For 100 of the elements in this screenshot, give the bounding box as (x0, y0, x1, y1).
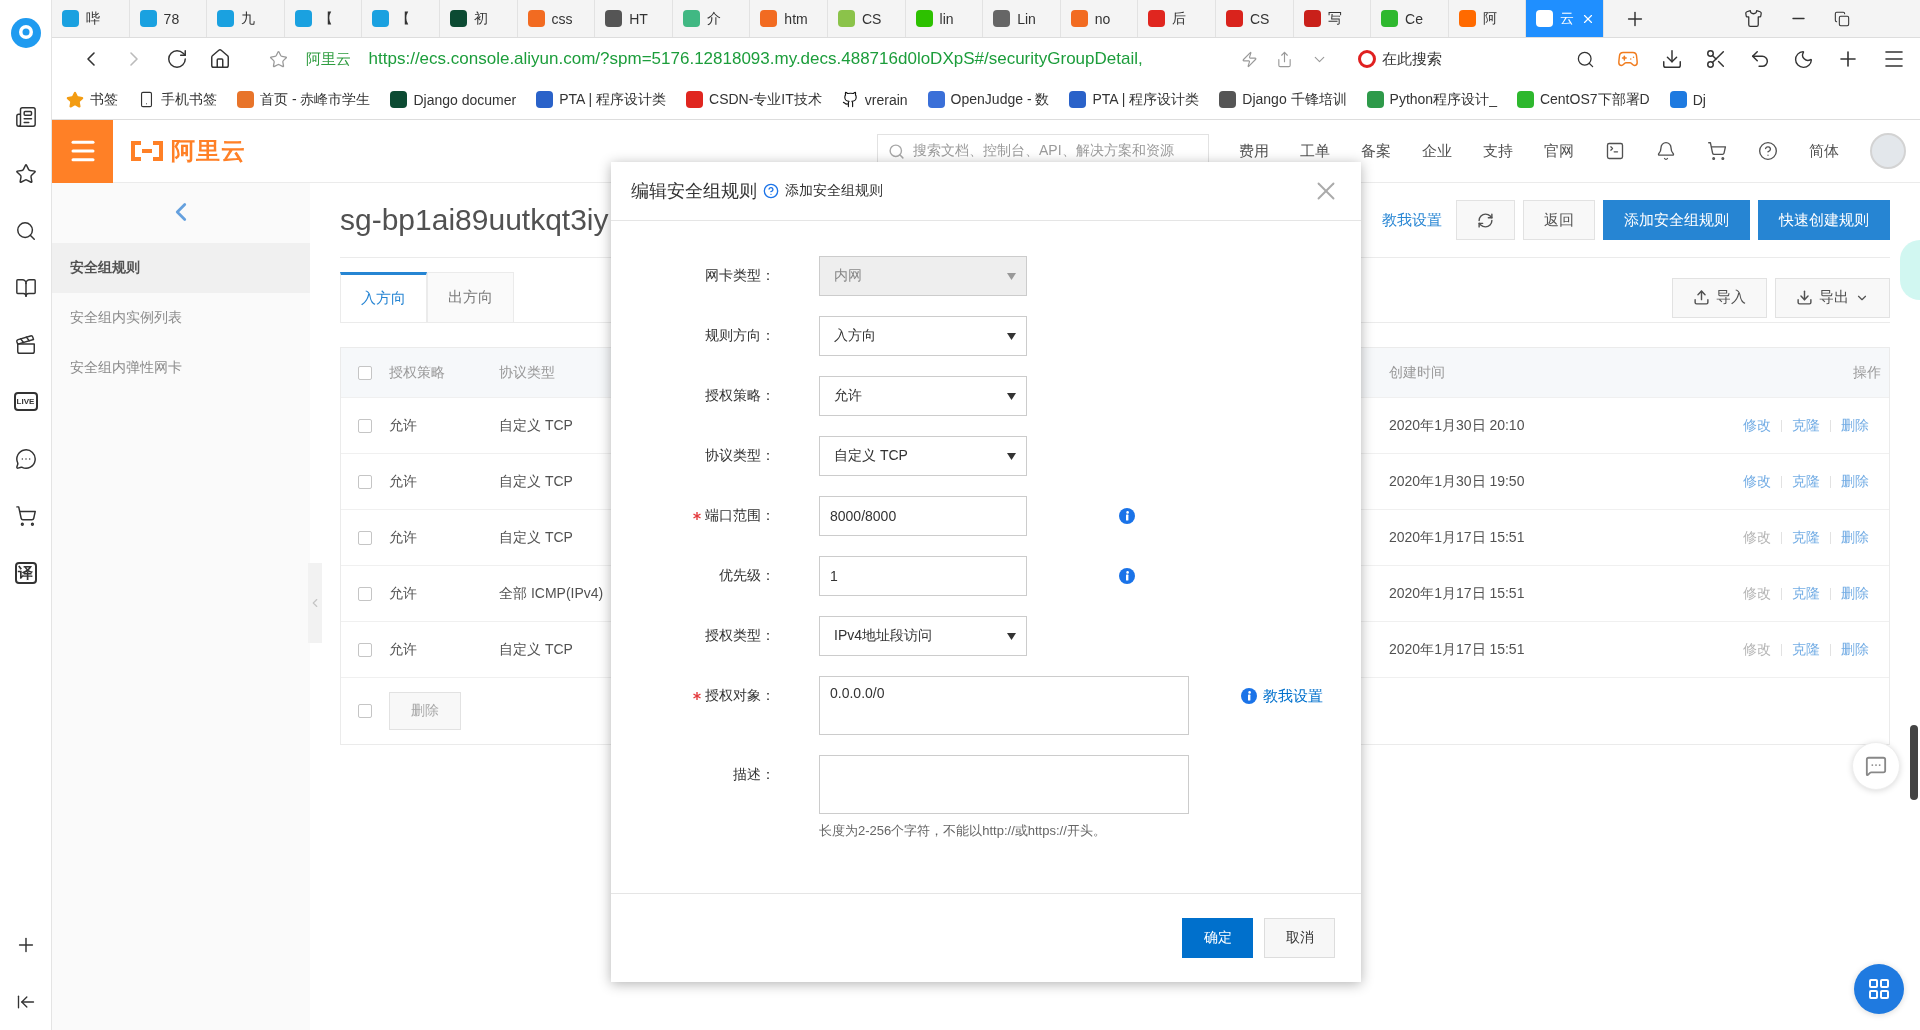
bookmark[interactable]: Django documer (390, 91, 517, 108)
nav-link[interactable]: 官网 (1544, 141, 1574, 161)
book-icon[interactable] (14, 276, 37, 299)
nav-link[interactable]: 工单 (1300, 141, 1330, 161)
terminal-icon[interactable] (1605, 141, 1625, 161)
browser-tab[interactable]: 介 (672, 0, 751, 37)
browser-tab[interactable]: 九 (207, 0, 285, 37)
home-icon[interactable] (208, 48, 231, 70)
moon-icon[interactable] (1793, 48, 1814, 70)
toolbar-button[interactable]: 快速创建规则 (1758, 200, 1890, 240)
feedback-button[interactable] (1852, 742, 1900, 790)
chat-icon[interactable] (14, 447, 37, 470)
sidebar-item[interactable]: 安全组规则 (52, 243, 310, 293)
checkbox[interactable] (358, 474, 372, 489)
language-link[interactable]: 简体 (1809, 141, 1839, 161)
toolbar-button[interactable]: 返回 (1523, 200, 1595, 240)
browser-tab[interactable]: 78 (129, 0, 208, 37)
search-engine-icon[interactable] (1357, 50, 1376, 68)
bookmark[interactable]: Dj (1669, 91, 1706, 108)
video-icon[interactable] (14, 333, 37, 356)
select-field[interactable]: 自定义 TCP (819, 436, 1027, 476)
share-icon[interactable] (1275, 50, 1293, 68)
dialog-button[interactable]: 取消 (1264, 918, 1335, 958)
bookmark[interactable]: Django 千锋培训 (1219, 90, 1347, 109)
star-icon[interactable] (268, 49, 288, 69)
reload-icon[interactable] (165, 48, 188, 70)
browser-tab[interactable]: 后 (1138, 0, 1216, 37)
bookmark[interactable]: CSDN-专业IT技术 (686, 90, 822, 109)
help-link[interactable]: 教我设置 (1263, 686, 1323, 706)
input-field[interactable]: 8000/8000 (819, 496, 1027, 536)
browser-logo-icon[interactable] (10, 18, 41, 48)
menu-button[interactable] (52, 119, 113, 183)
checkbox[interactable] (358, 365, 372, 380)
bookmark[interactable]: Python程序设计_ (1366, 90, 1497, 109)
search-icon[interactable] (1576, 49, 1595, 69)
scroll-thumb[interactable] (1910, 725, 1918, 800)
nav-link[interactable]: 备案 (1361, 141, 1391, 161)
direction-tab[interactable]: 入方向 (340, 272, 427, 322)
cart-icon[interactable] (1707, 141, 1727, 161)
undo-icon[interactable] (1749, 48, 1771, 70)
help-link[interactable]: 教我设置 (1382, 210, 1442, 230)
browser-tab[interactable]: 初 (439, 0, 518, 37)
news-icon[interactable] (14, 105, 37, 128)
browser-tab[interactable]: htm (750, 0, 828, 37)
select-field[interactable]: 入方向 (819, 316, 1027, 356)
rail-label[interactable]: 译 (14, 561, 37, 584)
browser-tab[interactable]: Lin (983, 0, 1061, 37)
browser-tab[interactable]: 【 (284, 0, 363, 37)
restore-icon[interactable] (1834, 10, 1850, 27)
toolbar-button[interactable]: 导出 (1775, 277, 1890, 318)
toolbar-button[interactable]: 添加安全组规则 (1603, 200, 1750, 240)
refresh-button[interactable] (1456, 200, 1515, 240)
direction-tab[interactable]: 出方向 (427, 272, 514, 322)
bookmark[interactable]: OpenJudge - 数 (927, 90, 1050, 109)
checkbox[interactable] (358, 530, 372, 545)
browser-tab[interactable]: HT (595, 0, 673, 37)
dialog-button[interactable]: 确定 (1182, 918, 1253, 958)
bookmark[interactable]: PTA | 程序设计类 (536, 90, 667, 109)
bookmark[interactable]: PTA | 程序设计类 (1069, 90, 1200, 109)
select-field[interactable]: IPv4地址段访问 (819, 616, 1027, 656)
browser-tab[interactable]: 写 (1293, 0, 1372, 37)
browser-tab[interactable]: css (517, 0, 596, 37)
star-icon[interactable] (14, 162, 37, 185)
nav-link[interactable]: 企业 (1422, 141, 1452, 161)
help-icon[interactable] (763, 183, 779, 199)
scissors-icon[interactable] (1705, 48, 1727, 70)
toolbar-button[interactable]: 导入 (1672, 277, 1767, 318)
input-field[interactable]: 1 (819, 556, 1027, 596)
search-icon[interactable] (14, 219, 37, 242)
address-url[interactable]: https://ecs.console.aliyun.com/?spm=5176.12818093.my.decs.488716d0loDXpS#/securityGroupDetail, (368, 49, 1221, 69)
help-icon[interactable] (1758, 141, 1778, 161)
checkbox[interactable] (358, 704, 372, 718)
apps-button[interactable] (1854, 964, 1904, 1014)
rail-label[interactable]: LIVE (13, 392, 38, 411)
bookmark[interactable]: 首页 - 赤峰市学生 (237, 90, 371, 109)
shirt-icon[interactable] (1744, 9, 1763, 28)
checkbox[interactable] (358, 586, 372, 601)
bookmark[interactable]: CentOS7下部署D (1516, 90, 1650, 109)
browser-tab[interactable]: CS (827, 0, 906, 37)
checkbox[interactable] (358, 642, 372, 657)
select-field[interactable]: 允许 (819, 376, 1027, 416)
bookmark[interactable]: vrerain (841, 91, 908, 108)
bookmark[interactable]: 手机书签 (138, 90, 217, 109)
checkbox[interactable] (358, 418, 372, 433)
cart-icon[interactable] (14, 504, 37, 527)
nav-link[interactable]: 支持 (1483, 141, 1513, 161)
bookmark[interactable]: 书签 (66, 90, 118, 109)
browser-tab[interactable]: Ce (1371, 0, 1449, 37)
browser-tab[interactable]: no (1060, 0, 1139, 37)
download-icon[interactable] (1661, 48, 1683, 70)
browser-tab[interactable]: 哔 (52, 0, 130, 37)
bell-icon[interactable] (1656, 141, 1676, 161)
browser-tab[interactable]: CS (1215, 0, 1294, 37)
browser-tab[interactable]: lin (905, 0, 984, 37)
browser-tab[interactable]: 【 (362, 0, 440, 37)
text-area[interactable]: 0.0.0.0/0 (819, 676, 1189, 735)
collapse-handle[interactable] (308, 563, 322, 643)
lightning-icon[interactable] (1240, 50, 1258, 68)
nav-link[interactable]: 费用 (1239, 141, 1269, 161)
search-field[interactable]: 在此搜索 (1381, 49, 1442, 69)
